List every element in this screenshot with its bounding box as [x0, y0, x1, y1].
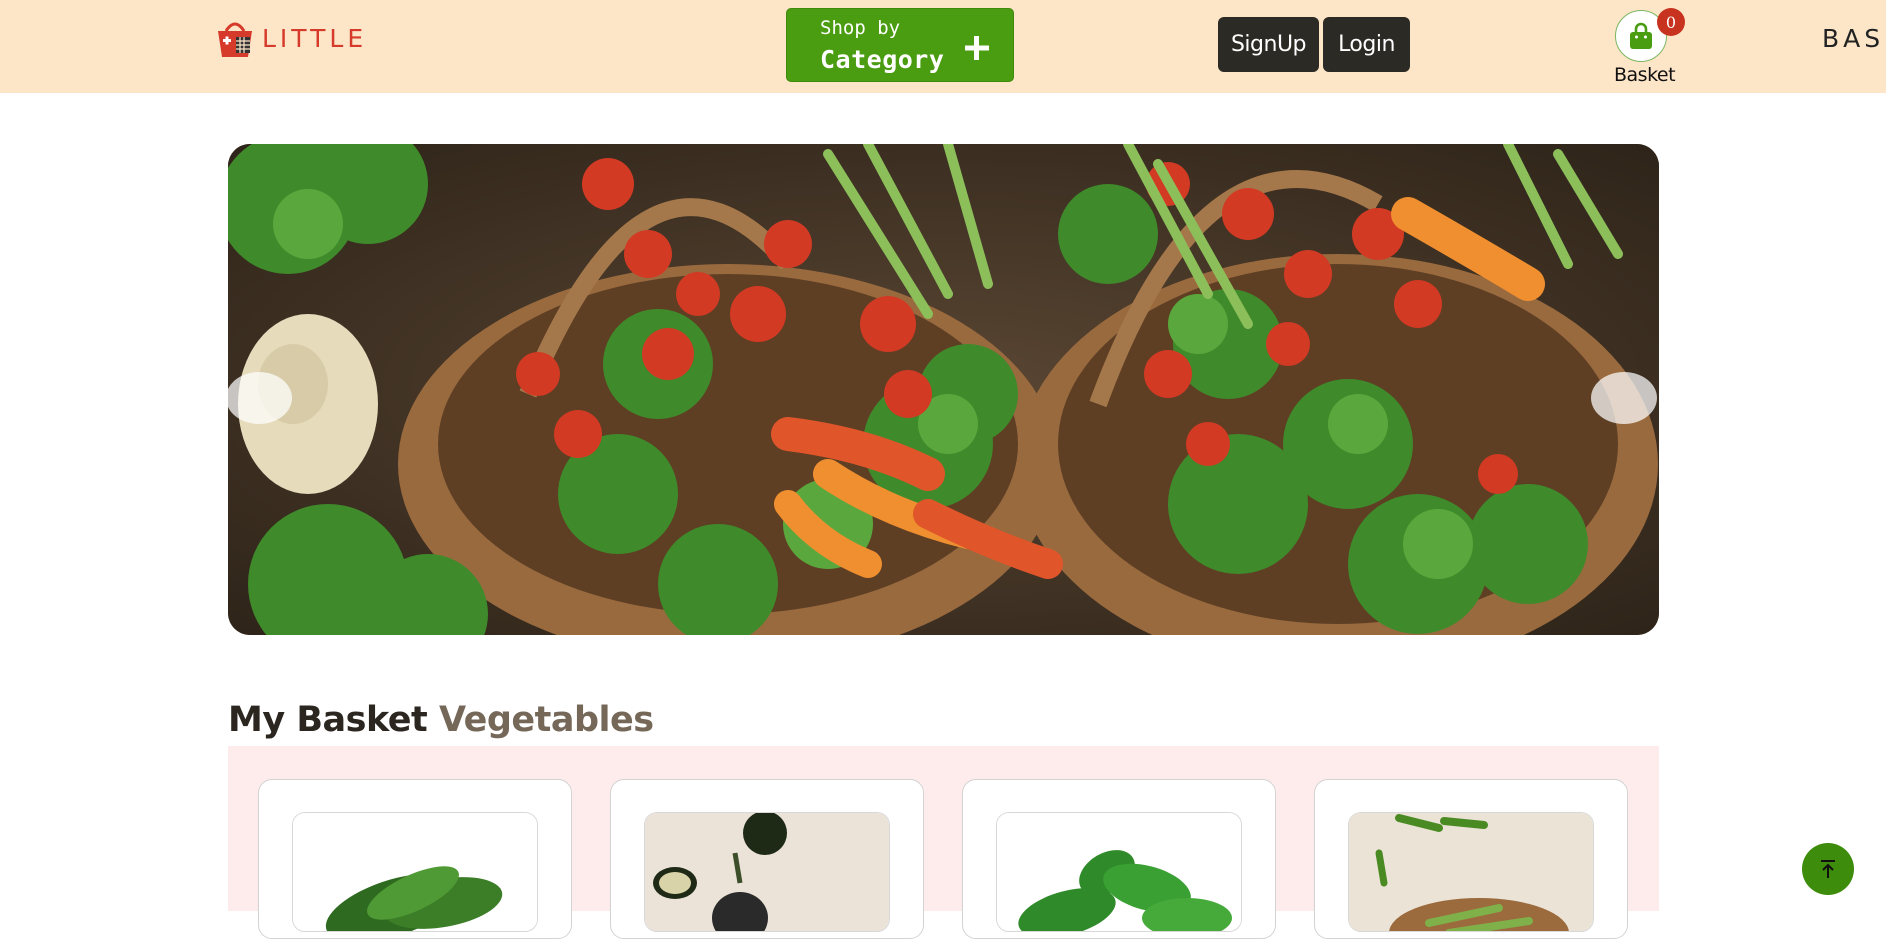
- basket-count-badge: 0: [1657, 8, 1685, 36]
- carousel-prev[interactable]: [228, 372, 292, 424]
- product-image-cucumber: [292, 812, 538, 932]
- basket-label: Basket: [1614, 64, 1676, 86]
- scroll-to-top-button[interactable]: [1802, 843, 1854, 895]
- login-button[interactable]: Login: [1323, 17, 1410, 72]
- logo-text: LITTLE BASKET: [262, 23, 1886, 54]
- signup-button[interactable]: SignUp: [1218, 17, 1319, 72]
- section-title-part2: Vegetables: [438, 700, 654, 740]
- product-image-spinach: [996, 812, 1242, 932]
- product-image-okra: [1348, 812, 1594, 932]
- product-card[interactable]: [962, 779, 1276, 939]
- product-card[interactable]: [610, 779, 924, 939]
- shopping-bag-icon: [1630, 22, 1652, 49]
- product-grid: [228, 746, 1659, 939]
- category-label: Category: [820, 45, 945, 74]
- basket-button[interactable]: 0 Basket: [1610, 8, 1685, 88]
- section-title-part1: My Basket: [228, 700, 428, 740]
- site-logo[interactable]: LITTLE BASKET: [212, 16, 1886, 60]
- shop-by-category-button[interactable]: Shop by Category: [786, 8, 1014, 82]
- hero-carousel: [228, 144, 1659, 635]
- vegetable-baskets-banner: [228, 144, 1659, 635]
- logo-text-little: LITTLE: [262, 23, 368, 53]
- carousel-next[interactable]: [1591, 372, 1657, 424]
- basket-logo-icon: [218, 22, 252, 57]
- plus-icon: [965, 36, 989, 60]
- logo-text-basket: BASKET: [1822, 24, 1886, 53]
- product-card[interactable]: [1314, 779, 1628, 939]
- header: LITTLE BASKET Shop by Category SignUp Lo…: [0, 0, 1886, 93]
- product-image-eggplant-zucchini: [644, 812, 890, 932]
- section-title: My Basket Vegetables: [228, 700, 654, 740]
- product-card[interactable]: [258, 779, 572, 939]
- shop-by-label: Shop by: [820, 17, 901, 39]
- arrow-up-icon: [1821, 860, 1835, 878]
